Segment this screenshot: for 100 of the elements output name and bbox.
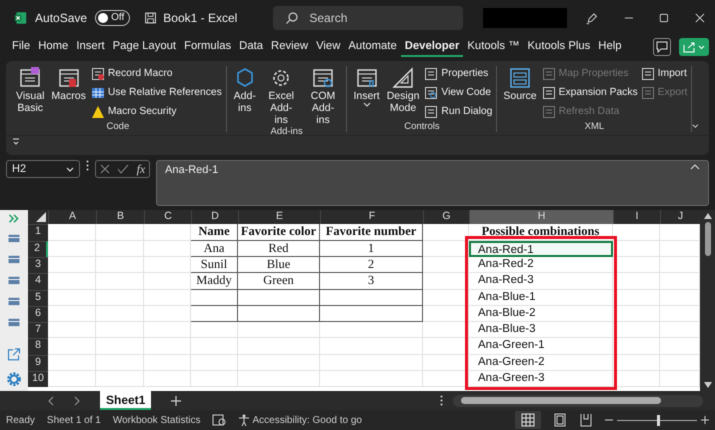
empty-cell[interactable] (423, 338, 469, 355)
more-icon[interactable] (86, 160, 89, 172)
cancel-icon[interactable] (100, 164, 110, 174)
autosave-toggle[interactable]: Off (95, 10, 130, 26)
empty-cell[interactable] (191, 338, 238, 355)
empty-cell[interactable] (423, 273, 469, 290)
empty-cell[interactable] (613, 322, 660, 338)
empty-cell[interactable] (238, 354, 320, 372)
column-header[interactable]: H (469, 210, 613, 224)
empty-cell[interactable] (96, 273, 144, 290)
menu-tab[interactable]: Kutools Plus (524, 37, 594, 58)
empty-cell[interactable] (613, 338, 660, 355)
menu-tab[interactable]: File (8, 37, 34, 58)
menu-tab[interactable]: Page Layout (108, 37, 180, 58)
empty-cell[interactable] (96, 371, 144, 388)
empty-cell[interactable] (144, 371, 191, 388)
insert-function-button[interactable]: fx (136, 162, 146, 177)
empty-cell[interactable] (144, 338, 191, 355)
row-header[interactable]: 1 (28, 224, 48, 241)
empty-cell[interactable] (144, 322, 191, 338)
page-layout-icon[interactable] (553, 413, 567, 428)
open-external-icon[interactable] (7, 348, 21, 361)
maximize-icon[interactable] (659, 12, 670, 24)
settings-icon[interactable] (5, 370, 23, 388)
menu-tab[interactable]: Formulas (180, 37, 236, 58)
empty-cell[interactable] (96, 338, 144, 355)
ribbon-button[interactable]: Use Relative References (90, 84, 222, 101)
normal-view-icon[interactable] (515, 411, 541, 430)
combination-cell[interactable]: Ana-Green-2 (469, 354, 613, 372)
empty-cell[interactable] (144, 273, 191, 290)
menu-tab[interactable]: Kutools ™ (463, 37, 524, 58)
combination-cell[interactable]: Ana-Red-2 (469, 256, 613, 274)
column-header[interactable]: B (96, 210, 144, 224)
empty-cell[interactable] (96, 322, 144, 338)
menu-tab[interactable]: Review (267, 37, 312, 58)
expand-icon[interactable] (8, 214, 20, 224)
combination-cell[interactable]: Ana-Red-3 (469, 273, 613, 290)
zoom-thumb[interactable] (657, 414, 660, 426)
next-sheet-icon[interactable] (74, 396, 80, 406)
menu-tab[interactable]: Insert (72, 37, 109, 58)
horizontal-scrollbar[interactable] (453, 394, 703, 407)
row-header[interactable]: 4 (28, 273, 48, 290)
ribbon-button[interactable]: Add-ins (230, 66, 259, 126)
combination-cell[interactable]: Ana-Green-3 (469, 371, 613, 388)
select-all-icon[interactable] (36, 212, 46, 222)
empty-cell[interactable] (613, 354, 660, 372)
empty-cell[interactable] (613, 290, 660, 306)
empty-cell[interactable] (423, 371, 469, 388)
column-header[interactable]: A (48, 210, 96, 224)
accessibility-status[interactable]: Accessibility: Good to go (238, 414, 362, 426)
empty-cell[interactable] (320, 322, 423, 338)
empty-cell[interactable] (320, 338, 423, 355)
empty-cell[interactable] (96, 354, 144, 372)
menu-tab[interactable]: Home (34, 37, 72, 58)
empty-cell[interactable] (191, 371, 238, 388)
empty-cell[interactable] (144, 290, 191, 306)
sheet-tab[interactable]: Sheet1 (100, 391, 152, 410)
empty-cell[interactable] (320, 354, 423, 372)
ribbon-button[interactable]: Properties (424, 66, 492, 82)
menu-tab[interactable]: Help (594, 37, 626, 58)
search-field[interactable]: Search (273, 6, 464, 30)
column-header[interactable]: I (613, 210, 660, 224)
row-header[interactable]: 6 (28, 306, 48, 322)
row-header[interactable]: 3 (28, 256, 48, 274)
empty-cell[interactable] (423, 224, 469, 241)
empty-cell[interactable] (423, 354, 469, 372)
empty-cell[interactable] (238, 322, 320, 338)
comments-button[interactable] (653, 38, 671, 56)
empty-cell[interactable] (191, 354, 238, 372)
row-header[interactable]: 5 (28, 290, 48, 306)
combination-cell[interactable]: Ana-Blue-1 (469, 290, 613, 306)
ribbon-button[interactable]: Import (640, 66, 688, 82)
row-header[interactable]: 8 (28, 338, 48, 355)
empty-cell[interactable] (423, 290, 469, 306)
row-header[interactable]: 2 (28, 240, 48, 257)
ribbon-button[interactable]: Macros (49, 66, 88, 121)
column-header[interactable]: F (320, 210, 423, 224)
empty-cell[interactable] (144, 256, 191, 274)
scroll-down-icon[interactable] (704, 382, 712, 388)
menu-tab[interactable]: Automate (344, 37, 401, 58)
empty-cell[interactable] (423, 306, 469, 322)
page-break-icon[interactable] (579, 413, 593, 428)
menu-tab[interactable]: Data (235, 37, 268, 58)
add-sheet-icon[interactable] (171, 396, 182, 406)
empty-cell[interactable] (423, 256, 469, 274)
ribbon-button[interactable]: Run Dialog (424, 104, 492, 120)
zoom-in-icon[interactable] (701, 416, 709, 424)
column-header[interactable]: D (191, 210, 238, 224)
close-icon[interactable] (695, 12, 705, 24)
ribbon-button[interactable]: Macro Security (90, 104, 222, 120)
empty-cell[interactable] (96, 290, 144, 306)
empty-cell[interactable] (320, 371, 423, 388)
row-header[interactable]: 7 (28, 322, 48, 338)
macro-record-icon[interactable] (212, 414, 226, 426)
ribbon-button[interactable]: Visual Basic (14, 66, 46, 121)
save-icon[interactable] (144, 10, 158, 26)
share-button[interactable] (679, 38, 709, 56)
empty-cell[interactable] (96, 256, 144, 274)
empty-cell[interactable] (144, 306, 191, 322)
combination-cell[interactable]: Ana-Red-1 (469, 240, 613, 257)
